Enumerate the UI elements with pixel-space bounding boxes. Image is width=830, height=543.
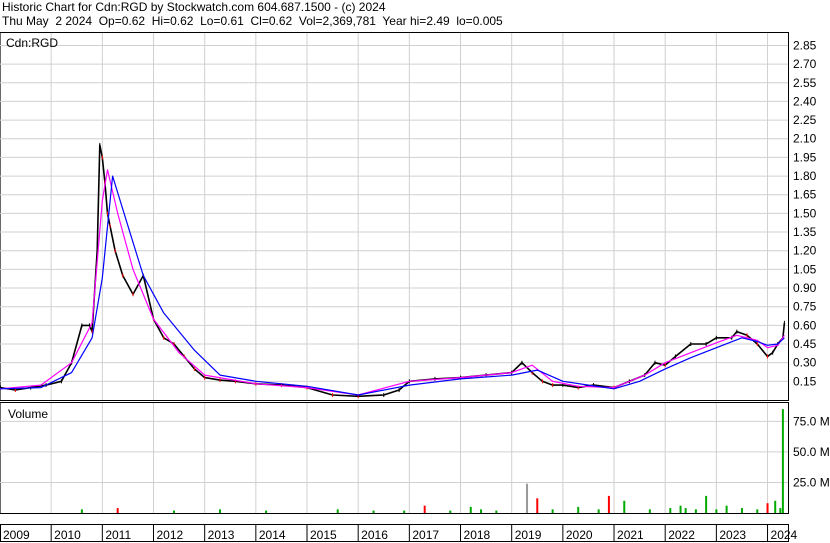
volume-bar (684, 508, 687, 513)
price-y-axis: 2.85 2.70 2.55 2.40 2.25 2.10 1.95 1.80 1.65 1.50… (793, 38, 817, 388)
y-tick-label: 1.50 (793, 206, 817, 220)
volume-bar (781, 409, 784, 513)
symbol-label: Cdn:RGD (6, 36, 58, 50)
x-tick-label: 2012 (157, 528, 184, 542)
x-tick-label: 2013 (208, 528, 235, 542)
volume-bar (577, 506, 580, 513)
y-tick-label: 0.30 (793, 356, 817, 370)
volume-bar (449, 510, 452, 513)
x-tick-label: 2021 (617, 528, 644, 542)
y-tick-label: 1.80 (793, 169, 817, 183)
x-tick-label: 2011 (105, 528, 131, 542)
x-tick-label: 2017 (412, 528, 439, 542)
volume-tick-label: 75.0 M (793, 414, 830, 428)
volume-bar (607, 495, 610, 513)
x-tick-label: 2016 (361, 528, 388, 542)
y-tick-label: 0.60 (793, 318, 817, 332)
volume-bar (469, 506, 472, 513)
volume-bar (80, 509, 83, 513)
volume-panel (0, 402, 789, 514)
x-tick-label: 2014 (259, 528, 286, 542)
volume-bar (403, 510, 406, 513)
y-tick-label: 1.05 (793, 262, 817, 276)
volume-bar (372, 510, 375, 513)
volume-bar (779, 508, 782, 513)
y-tick-label: 0.15 (793, 374, 817, 388)
volume-bar (536, 498, 539, 513)
y-tick-label: 1.35 (793, 225, 817, 239)
x-tick-label: 2009 (3, 528, 30, 542)
volume-bar (623, 500, 626, 513)
y-tick-label: 2.85 (793, 38, 817, 52)
volume-bar (679, 505, 682, 513)
volume-bar (265, 510, 268, 513)
y-tick-label: 0.45 (793, 337, 817, 351)
volume-bar (648, 509, 651, 513)
x-tick-label: 2019 (515, 528, 542, 542)
volume-bar (694, 509, 697, 513)
volume-y-axis: 75.0 M 50.0 M 25.0 M (793, 414, 830, 489)
x-tick-label: 2024 (771, 528, 798, 542)
volume-bar (219, 509, 222, 513)
y-tick-label: 2.55 (793, 76, 817, 90)
volume-tick-label: 50.0 M (793, 445, 830, 459)
volume-tick-label: 25.0 M (793, 475, 830, 489)
stock-chart: Cdn:RGD Volume 2009 2010 2011 2012 2013 2014 2… (0, 32, 830, 542)
volume-bar (725, 505, 728, 513)
y-tick-label: 1.95 (793, 150, 817, 164)
volume-bar (669, 508, 672, 513)
volume-bar (766, 503, 769, 513)
volume-bar (423, 505, 426, 513)
y-tick-label: 2.70 (793, 57, 817, 71)
x-tick-label: 2023 (719, 528, 746, 542)
y-tick-label: 1.20 (793, 244, 817, 258)
volume-label: Volume (8, 407, 48, 421)
x-tick-label: 2010 (54, 528, 81, 542)
volume-bar (705, 495, 708, 513)
volume-bar (756, 509, 759, 513)
y-tick-label: 2.10 (793, 132, 817, 146)
volume-bar (172, 510, 175, 513)
volume-bar (116, 508, 119, 513)
volume-bar (495, 510, 498, 513)
x-tick-label: 2022 (668, 528, 695, 542)
volume-bar (526, 483, 529, 513)
x-tick-label: 2015 (310, 528, 337, 542)
x-tick-label: 2020 (566, 528, 593, 542)
volume-bar (479, 509, 482, 513)
volume-bar (551, 509, 554, 513)
y-tick-label: 0.90 (793, 281, 817, 295)
y-tick-label: 1.65 (793, 188, 817, 202)
y-tick-label: 2.25 (793, 113, 817, 127)
volume-bar (740, 508, 743, 513)
volume-bar (597, 509, 600, 513)
volume-bar (774, 500, 777, 513)
y-tick-label: 2.40 (793, 94, 817, 108)
y-tick-label: 0.75 (793, 300, 817, 314)
volume-bar (336, 509, 339, 513)
volume-bar (715, 509, 718, 513)
x-tick-label: 2018 (464, 528, 491, 542)
